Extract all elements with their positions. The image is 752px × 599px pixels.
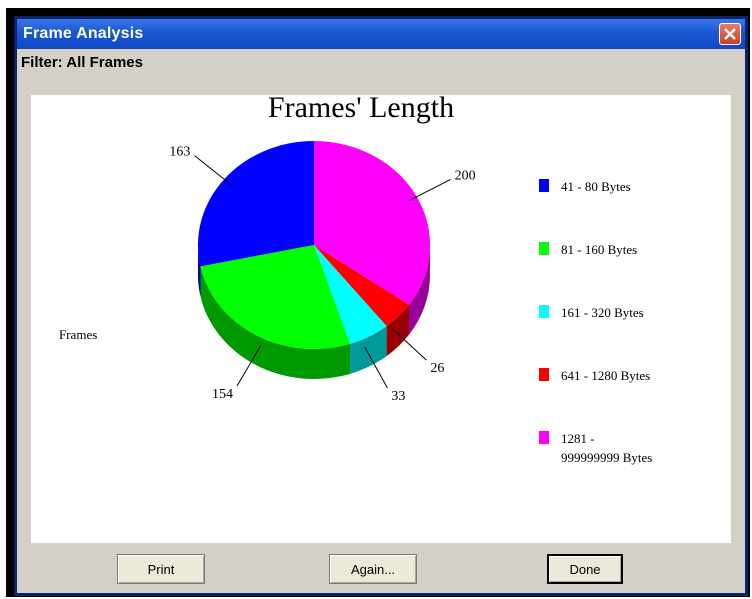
chart-legend: 41 - 80 Bytes 81 - 160 Bytes 161 - 320 Byt… xyxy=(539,179,652,465)
legend-swatch-1281-999999999-bytes xyxy=(539,431,549,444)
legend-swatch-161-320-bytes xyxy=(539,305,549,318)
close-button[interactable] xyxy=(719,23,741,45)
legend-label-81-160-bytes: 81 - 160 Bytes xyxy=(561,242,637,257)
legend-label-1281-999999999-bytes: 1281 -999999999 Bytes xyxy=(561,431,652,465)
chart-panel: Frames' Length Frames 200 26 33 154 163 41 -… xyxy=(31,95,731,543)
close-icon xyxy=(724,28,736,40)
chart-ylabel: Frames xyxy=(59,327,97,342)
pie-slice-41-80-bytes xyxy=(198,141,314,267)
legend-swatch-81-160-bytes xyxy=(539,242,549,255)
window-title: Frame Analysis xyxy=(23,25,144,42)
legend-label-161-320-bytes: 161 - 320 Bytes xyxy=(561,305,644,320)
again-button[interactable]: Again... xyxy=(329,554,417,584)
title-bar[interactable]: Frame Analysis xyxy=(17,19,745,49)
leader-line-1281-999999999-bytes xyxy=(408,178,451,202)
frame-analysis-window: Frame Analysis Filter: All Frames Frames… xyxy=(14,16,748,596)
data-label-161-320-bytes: 33 xyxy=(391,389,405,404)
data-label-41-80-bytes: 163 xyxy=(169,145,190,160)
legend-swatch-41-80-bytes xyxy=(539,179,549,192)
legend-label-41-80-bytes: 41 - 80 Bytes xyxy=(561,179,631,194)
pie-chart: Frames' Length Frames 200 26 33 154 163 41 -… xyxy=(59,95,652,465)
print-button[interactable]: Print xyxy=(117,554,205,584)
data-label-641-1280-bytes: 26 xyxy=(430,361,444,376)
done-button[interactable]: Done xyxy=(547,554,623,584)
pie-top xyxy=(198,141,430,349)
chart-title: Frames' Length xyxy=(268,95,454,124)
legend-label-641-1280-bytes: 641 - 1280 Bytes xyxy=(561,368,650,383)
data-label-1281-999999999-bytes: 200 xyxy=(455,168,476,183)
filter-label: Filter: All Frames xyxy=(21,54,143,71)
leader-line-41-80-bytes xyxy=(194,155,232,186)
data-label-81-160-bytes: 154 xyxy=(212,387,233,402)
legend-swatch-641-1280-bytes xyxy=(539,368,549,381)
